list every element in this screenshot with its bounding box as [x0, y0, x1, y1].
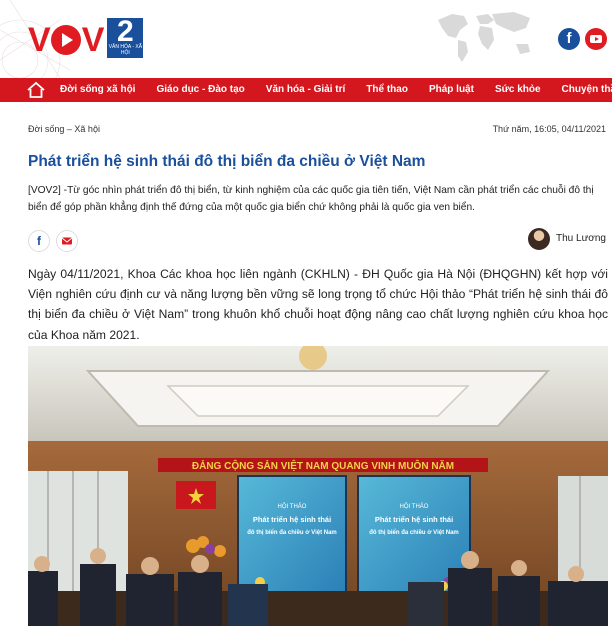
youtube-icon[interactable]	[585, 28, 607, 50]
screen-right-line1: Phát triển hệ sinh thái	[375, 515, 453, 524]
main-nav: Đời sống xã hội Giáo dục - Đào tạo Văn h…	[0, 78, 612, 102]
article-lead: [VOV2] -Từ góc nhìn phát triển đô thị bi…	[28, 185, 594, 213]
screen-left-line2: đô thị biển đa chiều ở Việt Nam	[247, 529, 337, 536]
nav-item-giao-duc[interactable]: Giáo dục - Đào tạo	[146, 78, 255, 102]
article-photo: ĐẢNG CỘNG SẢN VIỆT NAM QUANG VINH MUÔN N…	[28, 346, 608, 626]
share-facebook-icon[interactable]: f	[28, 230, 50, 252]
nav-item-doi-song[interactable]: Đời sống xã hội	[50, 78, 146, 102]
mail-icon[interactable]	[56, 230, 78, 252]
author-avatar	[528, 228, 550, 250]
home-icon[interactable]	[22, 78, 50, 102]
nav-item-the-thao[interactable]: Thể thao	[356, 78, 419, 102]
breadcrumb[interactable]: Đời sống – Xã hội	[28, 124, 100, 134]
author-name[interactable]: Thu Lương	[556, 233, 606, 244]
screen-left-line1: Phát triển hệ sinh thái	[253, 515, 331, 524]
site-header: VV 2 VĂN HÓA - XÃ HỘI f	[0, 0, 612, 78]
world-map-graphic	[438, 12, 530, 62]
logo-channel-box: 2 VĂN HÓA - XÃ HỘI	[107, 16, 144, 58]
nav-item-van-hoa[interactable]: Văn hóa - Giải trí	[255, 78, 355, 102]
screen-right-heading: HỘI THẢO	[400, 503, 429, 510]
conference-photo-graphic: ĐẢNG CỘNG SẢN VIỆT NAM QUANG VINH MUÔN N…	[28, 346, 608, 626]
article-datetime: Thứ năm, 16:05, 04/11/2021	[492, 124, 606, 134]
nav-item-phap-luat[interactable]: Pháp luật	[418, 78, 484, 102]
logo-wordmark: VV	[28, 21, 104, 59]
article-body: Ngày 04/11/2021, Khoa Các khoa học liên …	[28, 267, 608, 342]
facebook-icon[interactable]: f	[558, 28, 580, 50]
photo-banner-text: ĐẢNG CỘNG SẢN VIỆT NAM QUANG VINH MUÔN N…	[192, 459, 454, 472]
nav-item-suc-khoe[interactable]: Sức khỏe	[484, 78, 551, 102]
screen-left-heading: HỘI THẢO	[278, 503, 307, 510]
screen-right-line2: đô thị biển đa chiều ở Việt Nam	[369, 529, 459, 536]
logo-channel-subtitle: VĂN HÓA - XÃ HỘI	[108, 44, 143, 56]
article-title: Phát triển hệ sinh thái đô thị biển đa c…	[28, 153, 426, 170]
nav-item-chuyen-tham-kin[interactable]: Chuyện thầm kín	[551, 78, 612, 102]
vov2-logo[interactable]: VV 2 VĂN HÓA - XÃ HỘI	[28, 16, 144, 59]
